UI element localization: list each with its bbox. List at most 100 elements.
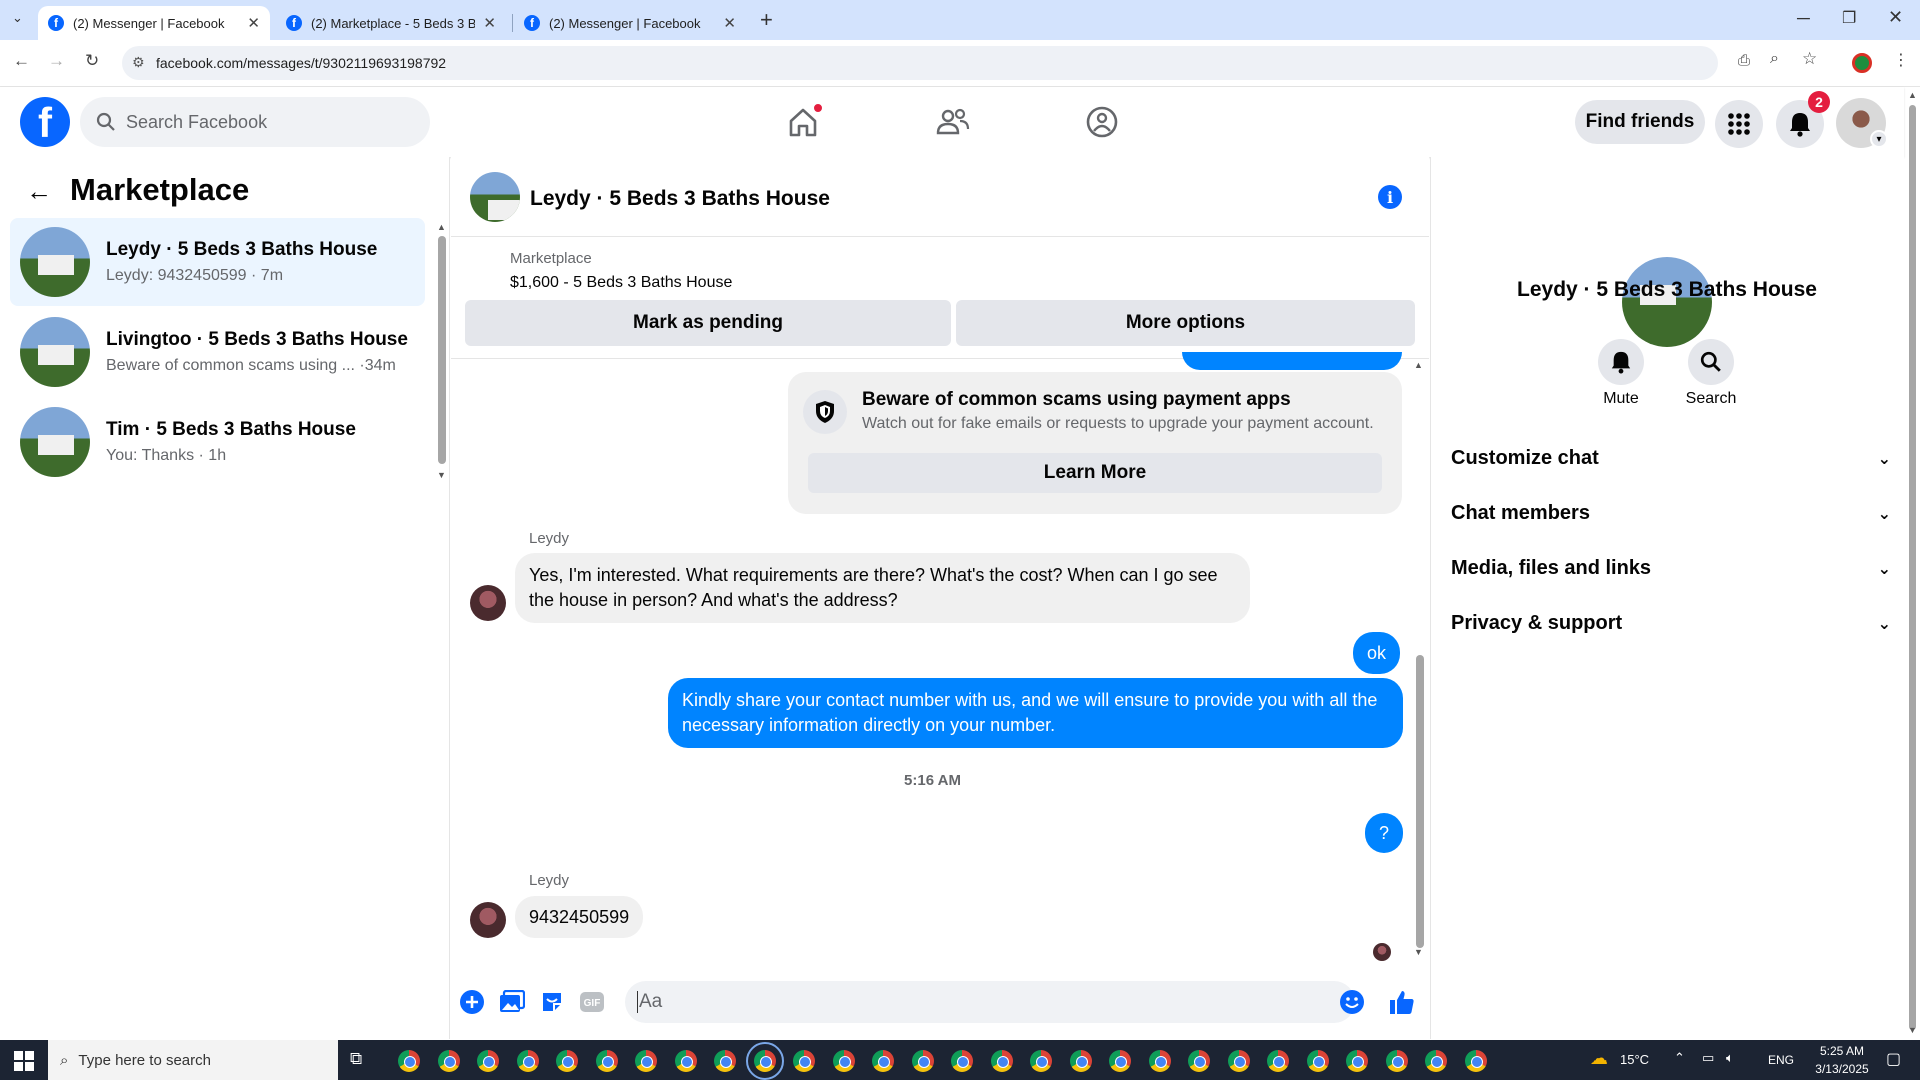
taskbar-chrome-icon[interactable]: [1069, 1050, 1092, 1072]
conversation-item-tim[interactable]: Tim · 5 Beds 3 Baths House You: Thanks ·…: [10, 398, 425, 486]
forward-arrow-icon[interactable]: →: [48, 51, 65, 71]
sidebar-scrollbar[interactable]: [438, 236, 446, 464]
find-friends-button[interactable]: Find friends: [1575, 100, 1705, 144]
chat-scroll-down-icon[interactable]: ▼: [1414, 947, 1423, 957]
outgoing-message-bubble[interactable]: ?: [1365, 813, 1403, 853]
page-scroll-down-icon[interactable]: ▼: [1908, 1025, 1917, 1035]
taskbar-chrome-icon[interactable]: [793, 1050, 815, 1072]
taskbar-chrome-icon[interactable]: [516, 1050, 539, 1072]
close-tab-icon[interactable]: ✕: [723, 14, 736, 32]
taskbar-chrome-icon[interactable]: [556, 1050, 578, 1072]
conversation-item-leydy[interactable]: Leydy · 5 Beds 3 Baths House Leydy: 9432…: [10, 218, 425, 306]
minimize-window-icon[interactable]: ─: [1797, 8, 1810, 29]
privacy-support-section[interactable]: Privacy & support ⌄: [1451, 612, 1891, 635]
outgoing-message-bubble[interactable]: ok: [1353, 632, 1401, 674]
site-info-icon[interactable]: ⚙: [132, 54, 145, 71]
notification-center-icon[interactable]: ▢: [1886, 1049, 1901, 1069]
chat-scrollbar[interactable]: [1416, 655, 1424, 948]
leydy-avatar[interactable]: [470, 902, 506, 938]
menu-grid-button[interactable]: [1715, 100, 1763, 148]
taskbar-chrome-icon[interactable]: [1148, 1050, 1171, 1072]
taskbar-chrome-icon[interactable]: [477, 1050, 499, 1072]
page-scrollbar[interactable]: [1909, 105, 1916, 1030]
taskbar-chrome-icon[interactable]: [872, 1050, 894, 1072]
taskbar-chrome-icon[interactable]: [437, 1050, 460, 1072]
taskbar-chrome-icon[interactable]: [1227, 1050, 1250, 1072]
address-bar[interactable]: ⚙ facebook.com/messages/t/93021196931987…: [122, 46, 1718, 80]
taskbar-chrome-icon[interactable]: [951, 1050, 973, 1072]
sidebar-scroll-up-icon[interactable]: ▲: [437, 222, 446, 232]
customize-chat-section[interactable]: Customize chat ⌄: [1451, 447, 1891, 470]
taskbar-chrome-icon[interactable]: [1346, 1050, 1368, 1072]
taskbar-chrome-icon[interactable]: [1425, 1050, 1447, 1072]
listing-summary[interactable]: $1,600 - 5 Beds 3 Baths House: [510, 274, 732, 292]
windows-start-icon[interactable]: [14, 1051, 34, 1071]
search-in-conversation-button[interactable]: [1688, 339, 1734, 385]
taskbar-chrome-icon[interactable]: [1267, 1050, 1289, 1072]
taskbar-chrome-icon[interactable]: [745, 1042, 784, 1080]
mark-as-pending-button[interactable]: Mark as pending: [465, 300, 951, 346]
chat-members-section[interactable]: Chat members ⌄: [1451, 502, 1891, 525]
taskbar-chrome-icon[interactable]: [1464, 1050, 1487, 1072]
taskbar-chrome-icon[interactable]: [911, 1050, 934, 1072]
reload-icon[interactable]: ↻: [85, 51, 99, 71]
task-view-icon[interactable]: ⧉: [350, 1049, 362, 1069]
incoming-message-bubble[interactable]: 9432450599: [515, 896, 644, 938]
back-arrow-icon[interactable]: ←: [26, 176, 52, 207]
close-tab-icon[interactable]: ✕: [247, 14, 260, 32]
media-files-links-section[interactable]: Media, files and links ⌄: [1451, 557, 1891, 580]
taskbar-chrome-icon[interactable]: [1030, 1050, 1052, 1072]
install-app-icon[interactable]: ⎙: [1738, 52, 1750, 69]
taskbar-chrome-icon[interactable]: [714, 1050, 736, 1072]
new-tab-button[interactable]: +: [760, 7, 773, 33]
friends-icon[interactable]: [931, 100, 975, 144]
photo-attach-icon[interactable]: [498, 988, 526, 1016]
chat-scroll-up-icon[interactable]: ▲: [1414, 360, 1423, 370]
chat-header-thumbnail[interactable]: [470, 172, 520, 222]
browser-menu-icon[interactable]: ⋮: [1893, 50, 1909, 70]
outgoing-message-bubble[interactable]: Kindly share your contact number with us…: [668, 678, 1403, 748]
taskbar-chrome-icon[interactable]: [1188, 1050, 1210, 1072]
groups-icon[interactable]: [1080, 100, 1124, 144]
language-indicator[interactable]: ENG: [1768, 1053, 1794, 1067]
taskbar-chrome-icon[interactable]: [1109, 1050, 1131, 1072]
facebook-logo-icon[interactable]: f: [20, 97, 70, 147]
temperature[interactable]: 15°C: [1620, 1052, 1649, 1067]
weather-icon[interactable]: ☁: [1590, 1048, 1608, 1069]
close-tab-icon[interactable]: ✕: [483, 14, 496, 32]
sticker-icon[interactable]: [538, 988, 566, 1016]
volume-icon[interactable]: 🔈︎: [1726, 1050, 1734, 1066]
page-scroll-up-icon[interactable]: ▲: [1908, 90, 1917, 100]
back-arrow-icon[interactable]: ←: [13, 51, 30, 71]
clock-time[interactable]: 5:25 AM: [1810, 1044, 1874, 1058]
tray-chevron-icon[interactable]: ⌃: [1674, 1050, 1685, 1066]
facebook-search-input[interactable]: Search Facebook: [80, 97, 430, 147]
taskbar-chrome-icon[interactable]: [832, 1050, 855, 1072]
chat-title[interactable]: Leydy · 5 Beds 3 Baths House: [530, 187, 830, 211]
bookmark-star-icon[interactable]: ☆: [1802, 49, 1817, 69]
conversation-info-icon[interactable]: i: [1378, 185, 1402, 209]
conversation-item-livingtoo[interactable]: Livingtoo · 5 Beds 3 Baths House Beware …: [10, 308, 425, 396]
leydy-avatar[interactable]: [470, 585, 506, 621]
zoom-icon[interactable]: ⌕: [1770, 50, 1779, 68]
thumbs-up-icon[interactable]: [1388, 988, 1416, 1016]
sidebar-scroll-down-icon[interactable]: ▼: [437, 470, 446, 480]
close-window-icon[interactable]: ✕: [1888, 7, 1903, 28]
gif-icon[interactable]: GIF: [578, 988, 606, 1016]
clock-date[interactable]: 3/13/2025: [1810, 1062, 1874, 1076]
restore-window-icon[interactable]: ❐: [1842, 8, 1856, 28]
taskbar-chrome-icon[interactable]: [635, 1050, 657, 1072]
taskbar-chrome-icon[interactable]: [990, 1050, 1013, 1072]
taskbar-chrome-icon[interactable]: [674, 1050, 697, 1072]
taskbar-chrome-icon[interactable]: [595, 1050, 618, 1072]
tab-search-chevron-icon[interactable]: ⌄: [12, 10, 23, 26]
tab-messenger-active[interactable]: f (2) Messenger | Facebook ✕: [38, 6, 270, 40]
profile-icon[interactable]: [1852, 53, 1872, 73]
incoming-message-bubble[interactable]: Yes, I'm interested. What requirements a…: [515, 553, 1250, 623]
tab-messenger[interactable]: f (2) Messenger | Facebook ✕: [514, 6, 746, 40]
taskbar-chrome-icon[interactable]: [398, 1050, 420, 1072]
taskbar-search-box[interactable]: ⌕ Type here to search: [48, 1040, 338, 1080]
account-chevron-icon[interactable]: ▾: [1870, 130, 1888, 148]
tab-marketplace[interactable]: f (2) Marketplace - 5 Beds 3 Bath ✕: [276, 6, 506, 40]
taskbar-chrome-icon[interactable]: [1306, 1050, 1329, 1072]
